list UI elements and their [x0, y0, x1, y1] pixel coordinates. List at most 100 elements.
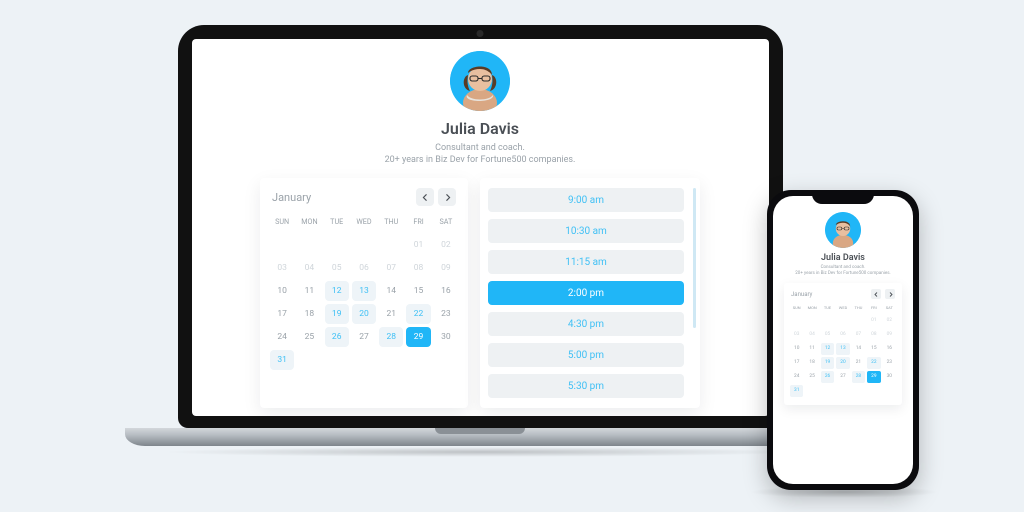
timeslot[interactable]: 5:30 pm — [488, 374, 684, 398]
calendar-day[interactable]: 20 — [836, 357, 849, 369]
calendar-day: 14 — [379, 281, 403, 301]
calendar-day: 09 — [434, 258, 458, 278]
calendar-day[interactable]: 19 — [325, 304, 349, 324]
calendar-day: 21 — [379, 304, 403, 324]
calendar-dow: SAT — [883, 303, 896, 313]
timeslot[interactable]: 11:15 am — [488, 250, 684, 274]
calendar-day: 02 — [883, 315, 896, 327]
calendar-day[interactable]: 12 — [821, 343, 834, 355]
calendar-day — [325, 350, 349, 370]
calendar-day[interactable]: 31 — [270, 350, 294, 370]
calendar-day: 24 — [790, 371, 803, 383]
calendar-day: 10 — [790, 343, 803, 355]
calendar-day — [325, 235, 349, 255]
calendar-day — [821, 315, 834, 327]
timeslot[interactable]: 4:30 pm — [488, 312, 684, 336]
calendar-day[interactable]: 13 — [352, 281, 376, 301]
calendar-day — [406, 350, 430, 370]
calendar-day: 21 — [852, 357, 865, 369]
calendar-dow: TUE — [821, 303, 834, 313]
calendar-day: 07 — [379, 258, 403, 278]
calendar-day[interactable]: 26 — [821, 371, 834, 383]
calendar-day — [836, 385, 849, 397]
calendar-day[interactable]: 20 — [352, 304, 376, 324]
timeslot[interactable]: 5:00 pm — [488, 343, 684, 367]
profile-name: Julia Davis — [821, 253, 865, 263]
calendar-dow: SAT — [434, 212, 458, 232]
calendar-day: 15 — [406, 281, 430, 301]
profile-subtitle: Consultant and coach. 20+ years in Biz D… — [795, 265, 890, 277]
timeslots-card: 9:00 am 10:30 am 11:15 am 2:00 pm 4:30 pm 5:0… — [480, 178, 700, 408]
calendar-day: 16 — [883, 343, 896, 355]
calendar-dow: THU — [852, 303, 865, 313]
chevron-left-icon — [874, 292, 879, 297]
calendar-day[interactable]: 26 — [325, 327, 349, 347]
calendar-dow: TUE — [325, 212, 349, 232]
calendar-day — [790, 315, 803, 327]
calendar-month-label: January — [791, 291, 812, 298]
calendar-day: 01 — [406, 235, 430, 255]
calendar-day: 04 — [805, 329, 818, 341]
timeslots-list: 9:00 am 10:30 am 11:15 am 2:00 pm 4:30 pm 5:0… — [488, 188, 690, 398]
avatar — [450, 51, 510, 111]
calendar-day[interactable]: 29 — [406, 327, 430, 347]
calendar-day: 23 — [883, 357, 896, 369]
calendar-card: January SUNMONTUEWEDTHUFRISAT01020304050… — [784, 283, 902, 405]
calendar-day: 15 — [867, 343, 880, 355]
calendar-day — [352, 235, 376, 255]
timeslot[interactable]: 2:00 pm — [488, 281, 684, 305]
calendar-dow: THU — [379, 212, 403, 232]
scrollbar[interactable] — [693, 188, 696, 328]
calendar-day[interactable]: 13 — [836, 343, 849, 355]
calendar-day — [297, 235, 321, 255]
calendar-day — [805, 315, 818, 327]
calendar-day[interactable]: 31 — [790, 385, 803, 397]
calendar-day: 30 — [883, 371, 896, 383]
calendar-day: 14 — [852, 343, 865, 355]
calendar-day[interactable]: 22 — [867, 357, 880, 369]
booking-ui-mobile: Julia Davis Consultant and coach. 20+ ye… — [773, 196, 913, 405]
calendar-day: 07 — [852, 329, 865, 341]
calendar-day[interactable]: 29 — [867, 371, 880, 383]
calendar-day — [297, 350, 321, 370]
calendar-day[interactable]: 28 — [379, 327, 403, 347]
calendar-day: 11 — [297, 281, 321, 301]
calendar-day: 23 — [434, 304, 458, 324]
calendar-dow: SUN — [270, 212, 294, 232]
chevron-right-icon — [444, 194, 451, 201]
calendar-day: 03 — [270, 258, 294, 278]
calendar-day: 11 — [805, 343, 818, 355]
calendar-day: 06 — [352, 258, 376, 278]
calendar-prev-button[interactable] — [871, 289, 881, 299]
calendar-dow: MON — [805, 303, 818, 313]
chevron-left-icon — [422, 194, 429, 201]
calendar-prev-button[interactable] — [416, 188, 434, 206]
calendar-next-button[interactable] — [885, 289, 895, 299]
calendar-day: 25 — [805, 371, 818, 383]
calendar-day: 10 — [270, 281, 294, 301]
calendar-day[interactable]: 19 — [821, 357, 834, 369]
calendar-day: 17 — [270, 304, 294, 324]
calendar-day: 08 — [406, 258, 430, 278]
calendar-day: 18 — [297, 304, 321, 324]
calendar-dow: MON — [297, 212, 321, 232]
calendar-day[interactable]: 12 — [325, 281, 349, 301]
calendar-day: 09 — [883, 329, 896, 341]
calendar-day[interactable]: 28 — [852, 371, 865, 383]
timeslot[interactable]: 10:30 am — [488, 219, 684, 243]
calendar-next-button[interactable] — [438, 188, 456, 206]
calendar-grid: SUNMONTUEWEDTHUFRISAT0102030405060708091… — [270, 212, 458, 370]
booking-ui: Julia Davis Consultant and coach. 20+ ye… — [192, 39, 769, 408]
calendar-day: 05 — [325, 258, 349, 278]
profile-name: Julia Davis — [441, 119, 519, 138]
phone-mockup: Julia Davis Consultant and coach. 20+ ye… — [767, 190, 919, 490]
calendar-day: 27 — [352, 327, 376, 347]
calendar-day[interactable]: 22 — [406, 304, 430, 324]
timeslot[interactable]: 9:00 am — [488, 188, 684, 212]
calendar-day — [379, 235, 403, 255]
calendar-day — [821, 385, 834, 397]
calendar-day: 01 — [867, 315, 880, 327]
calendar-day — [867, 385, 880, 397]
calendar-day — [805, 385, 818, 397]
calendar-day: 25 — [297, 327, 321, 347]
